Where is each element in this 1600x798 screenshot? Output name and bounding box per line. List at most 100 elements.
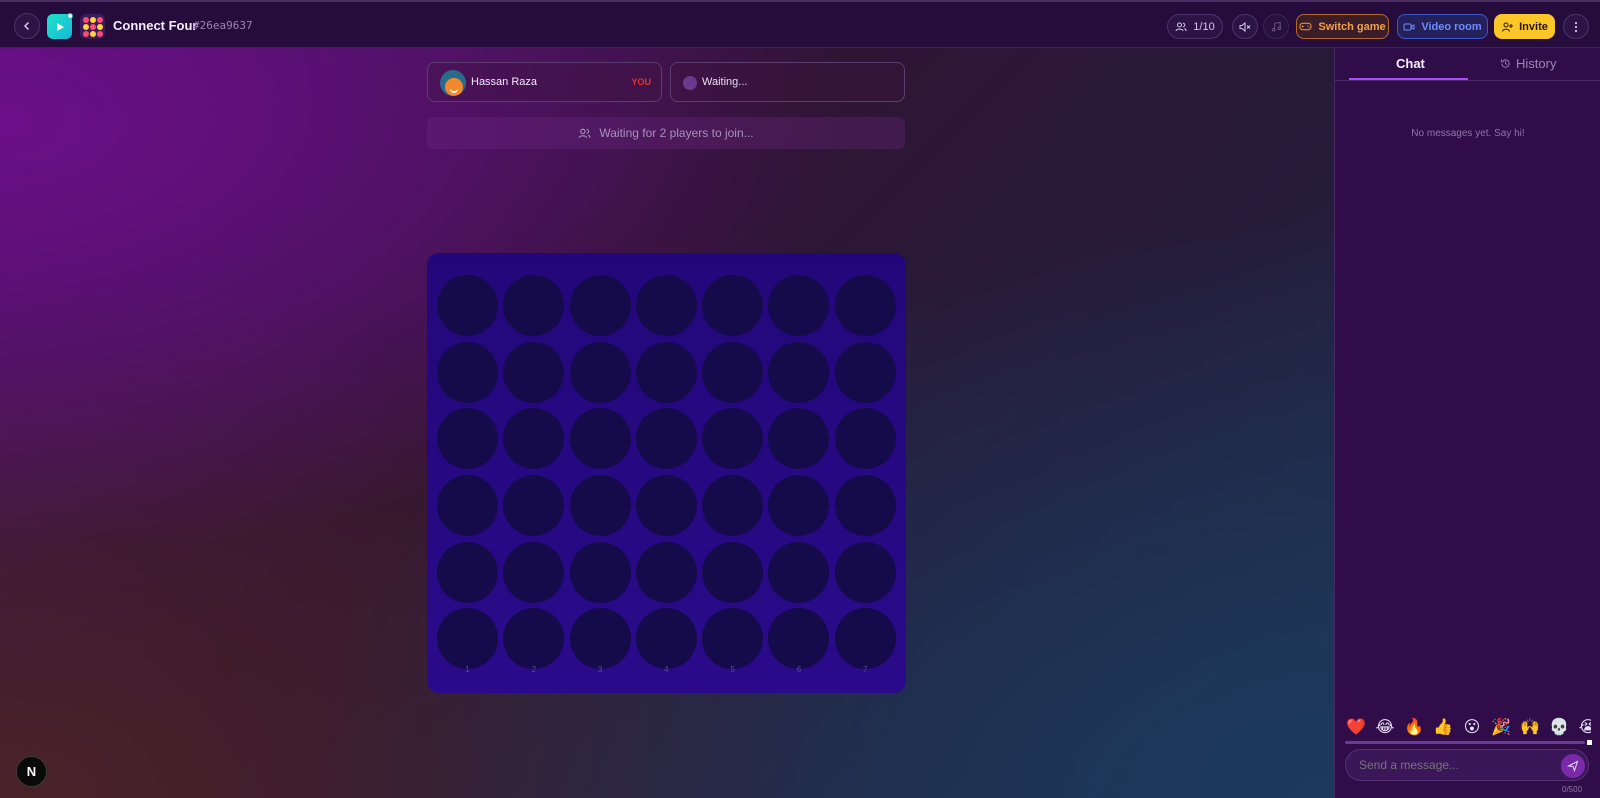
room-id[interactable]: #26ea9637 (193, 19, 253, 32)
emoji-button[interactable]: ❤️ (1343, 717, 1369, 739)
player-name: Waiting... (702, 76, 748, 88)
active-tab-indicator (1349, 78, 1468, 80)
waiting-status-banner: Waiting for 2 players to join... (427, 117, 905, 149)
board-cell[interactable] (503, 608, 565, 670)
board-cell[interactable] (635, 275, 697, 336)
board-cell[interactable] (503, 275, 565, 336)
back-button[interactable] (14, 13, 40, 39)
game-title: Connect Four (113, 18, 198, 33)
board-grid[interactable] (437, 275, 896, 670)
board-cell[interactable] (635, 408, 697, 470)
board-cell[interactable] (569, 541, 631, 603)
board-cell[interactable] (437, 341, 498, 403)
logo-notification-dot (67, 13, 73, 19)
mute-button[interactable] (1232, 14, 1258, 39)
emoji-button[interactable]: 😂 (1372, 717, 1398, 739)
invite-button[interactable]: Invite (1494, 14, 1555, 39)
board-cell[interactable] (768, 275, 830, 336)
tab-chat[interactable]: Chat (1396, 56, 1425, 71)
board-cell[interactable] (437, 541, 498, 603)
board-cell[interactable] (569, 608, 631, 670)
board-cell[interactable] (503, 341, 565, 403)
emoji-button[interactable]: 😭 (1575, 717, 1591, 739)
vertical-ellipsis-icon (1574, 21, 1578, 32)
emoji-scrollbar[interactable] (1345, 741, 1585, 744)
players-count-text: 1/10 (1193, 20, 1215, 33)
board-cell[interactable] (437, 408, 498, 470)
switch-game-button[interactable]: Switch game (1296, 14, 1389, 39)
board-cell[interactable] (635, 541, 697, 603)
board-cell[interactable] (702, 608, 764, 670)
connect-four-board[interactable]: 1 2 3 4 5 6 7 (427, 253, 906, 693)
column-labels: 1 2 3 4 5 6 7 (437, 665, 896, 674)
column-label: 2 (531, 665, 537, 674)
board-cell[interactable] (768, 341, 830, 403)
char-count: 0/500 (1562, 785, 1583, 794)
board-cell[interactable] (702, 541, 764, 603)
board-cell[interactable] (569, 408, 631, 470)
history-icon (1500, 59, 1510, 68)
emoji-button[interactable]: 🎉 (1488, 717, 1514, 739)
board-cell[interactable] (635, 475, 697, 537)
board-cell[interactable] (834, 608, 896, 670)
board-cell[interactable] (834, 341, 896, 403)
board-cell[interactable] (635, 341, 697, 403)
board-cell[interactable] (834, 408, 896, 470)
player-card-2: Waiting... (670, 62, 905, 102)
send-icon (1567, 760, 1579, 772)
board-cell[interactable] (437, 475, 498, 537)
board-cell[interactable] (834, 275, 896, 336)
board-cell[interactable] (635, 608, 697, 670)
board-cell[interactable] (569, 341, 631, 403)
emoji-button[interactable]: 💀 (1546, 717, 1572, 739)
board-cell[interactable] (702, 275, 764, 336)
volume-muted-icon (1239, 21, 1251, 32)
user-plus-icon (1502, 22, 1514, 32)
send-button[interactable] (1561, 754, 1585, 778)
board-cell[interactable] (503, 541, 565, 603)
board-cell[interactable] (834, 541, 896, 603)
board-cell[interactable] (768, 608, 830, 670)
board-cell[interactable] (437, 608, 498, 670)
invite-label: Invite (1519, 20, 1548, 33)
board-cell[interactable] (569, 275, 631, 336)
app-logo[interactable] (47, 13, 73, 39)
waiting-player-dot (683, 76, 697, 90)
player-card-1: Hassan Raza YOU (427, 62, 662, 102)
column-label: 3 (597, 665, 603, 674)
music-button[interactable] (1263, 14, 1289, 39)
board-cell[interactable] (503, 408, 565, 470)
emoji-button[interactable]: 👍 (1430, 717, 1456, 739)
emoji-button[interactable]: 😮 (1459, 717, 1485, 739)
emoji-reaction-bar: ❤️😂🔥👍😮🎉🙌💀😭😅 (1343, 717, 1591, 739)
emoji-scrollbar-end (1587, 740, 1592, 745)
board-cell[interactable] (702, 408, 764, 470)
more-options-button[interactable] (1563, 14, 1589, 39)
column-label: 7 (863, 665, 868, 674)
users-icon (1175, 22, 1187, 31)
you-badge: YOU (631, 77, 651, 87)
board-cell[interactable] (503, 475, 565, 537)
board-cell[interactable] (768, 408, 830, 470)
emoji-button[interactable]: 🙌 (1517, 717, 1543, 739)
board-cell[interactable] (834, 475, 896, 537)
board-cell[interactable] (569, 475, 631, 537)
board-cell[interactable] (768, 475, 830, 537)
play-icon (56, 22, 64, 31)
video-camera-icon (1403, 23, 1415, 30)
column-label: 1 (465, 665, 470, 674)
message-input[interactable] (1345, 749, 1589, 781)
column-label: 6 (796, 665, 802, 674)
board-cell[interactable] (437, 275, 498, 336)
tab-history[interactable]: History (1500, 56, 1556, 71)
dev-tools-badge[interactable]: N (16, 756, 47, 787)
board-cell[interactable] (768, 541, 830, 603)
music-note-icon (1271, 21, 1281, 32)
board-cell[interactable] (702, 341, 764, 403)
switch-game-label: Switch game (1318, 20, 1386, 33)
emoji-button[interactable]: 🔥 (1401, 717, 1427, 739)
players-count-button[interactable]: 1/10 (1167, 14, 1223, 39)
column-label: 5 (730, 665, 735, 674)
video-room-button[interactable]: Video room (1397, 14, 1488, 39)
board-cell[interactable] (702, 475, 764, 537)
